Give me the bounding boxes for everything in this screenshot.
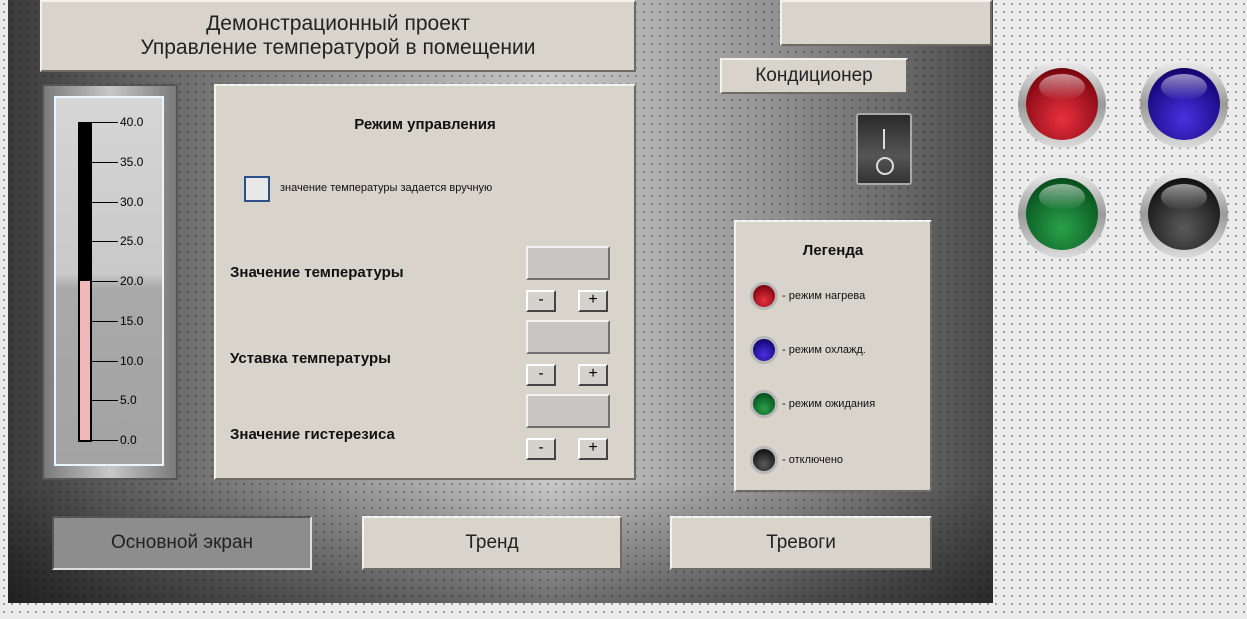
setpoint-minus-button[interactable]: -	[526, 364, 556, 386]
thermometer-tick	[92, 360, 118, 362]
main-screen-button[interactable]: Основной экран	[52, 516, 312, 570]
manual-mode-label: значение температуры задается вручную	[280, 182, 493, 194]
blue-lamp-icon	[1148, 68, 1220, 140]
heating-indicator-lamp	[1018, 60, 1106, 148]
thermometer-tick	[92, 201, 118, 203]
switch-on-mark-icon	[883, 129, 885, 149]
alarms-button[interactable]: Тревоги	[670, 516, 932, 570]
temperature-minus-button[interactable]: -	[526, 290, 556, 312]
thermometer-tick	[92, 320, 118, 322]
hysteresis-label: Значение гистерезиса	[230, 426, 395, 443]
conditioner-toggle-switch[interactable]	[856, 113, 912, 185]
manual-mode-checkbox[interactable]	[244, 176, 270, 202]
thermometer-tick	[92, 161, 118, 163]
legend-item-text: - режим охлажд.	[782, 344, 866, 356]
temperature-plus-button[interactable]: +	[578, 290, 608, 312]
cooling-indicator-lamp	[1140, 60, 1228, 148]
legend-item-heating: - режим нагрева	[750, 282, 865, 310]
setpoint-label: Уставка температуры	[230, 350, 391, 367]
red-lamp-icon	[1026, 68, 1098, 140]
green-lamp-icon	[1026, 178, 1098, 250]
thermometer-tick-label: 20.0	[120, 274, 144, 288]
green-lamp-icon	[750, 390, 778, 418]
setpoint-plus-button[interactable]: +	[578, 364, 608, 386]
setpoint-field[interactable]	[526, 320, 610, 354]
off-indicator-lamp	[1140, 170, 1228, 258]
thermometer-tick	[92, 440, 118, 441]
control-mode-panel: Режим управления значение температуры за…	[214, 84, 636, 480]
thermometer-tick-label: 40.0	[120, 115, 144, 129]
standby-indicator-lamp	[1018, 170, 1106, 258]
conditioner-label: Кондиционер	[720, 58, 908, 94]
trend-button[interactable]: Тренд	[362, 516, 622, 570]
legend-item-cooling: - режим охлажд.	[750, 336, 866, 364]
temperature-value-label: Значение температуры	[230, 264, 404, 281]
thermometer-tick-label: 5.0	[120, 393, 137, 408]
project-title: Демонстрационный проект Управление темпе…	[40, 0, 636, 72]
thermometer-tick-label: 25.0	[120, 234, 144, 249]
control-mode-title: Режим управления	[354, 116, 496, 133]
title-line-1: Демонстрационный проект	[206, 12, 470, 35]
thermometer-tick	[92, 241, 118, 243]
hysteresis-minus-button[interactable]: -	[526, 438, 556, 460]
thermometer-tick-label: 35.0	[120, 154, 144, 169]
legend-title: Легенда	[802, 242, 864, 259]
thermometer-tick-label: 10.0	[120, 353, 144, 368]
thermometer-tick-label: 0.0	[120, 433, 137, 447]
thermometer-tick	[92, 122, 118, 123]
legend-panel: Легенда - режим нагрева - режим охлажд. …	[734, 220, 932, 492]
hysteresis-field[interactable]	[526, 394, 610, 428]
legend-item-text: - режим нагрева	[782, 290, 866, 302]
thermometer-tick-label: 15.0	[120, 313, 144, 328]
black-lamp-icon	[750, 446, 778, 474]
legend-item-text: - отключено	[782, 454, 844, 466]
hysteresis-plus-button[interactable]: +	[578, 438, 608, 460]
legend-item-standby: - режим ожидания	[750, 390, 875, 418]
black-lamp-icon	[1148, 178, 1220, 250]
legend-item-text: - режим ожидания	[782, 398, 876, 410]
status-display	[780, 0, 992, 46]
thermometer-tick-label: 30.0	[120, 194, 144, 209]
thermometer-tick	[92, 400, 118, 402]
temperature-value-field[interactable]	[526, 246, 610, 280]
switch-off-mark-icon	[876, 157, 894, 175]
title-line-2: Управление температурой в помещении	[140, 36, 536, 59]
red-lamp-icon	[750, 282, 778, 310]
legend-item-off: - отключено	[750, 446, 843, 474]
thermometer-tick	[92, 281, 118, 282]
thermometer-level	[80, 281, 90, 440]
blue-lamp-icon	[750, 336, 778, 364]
